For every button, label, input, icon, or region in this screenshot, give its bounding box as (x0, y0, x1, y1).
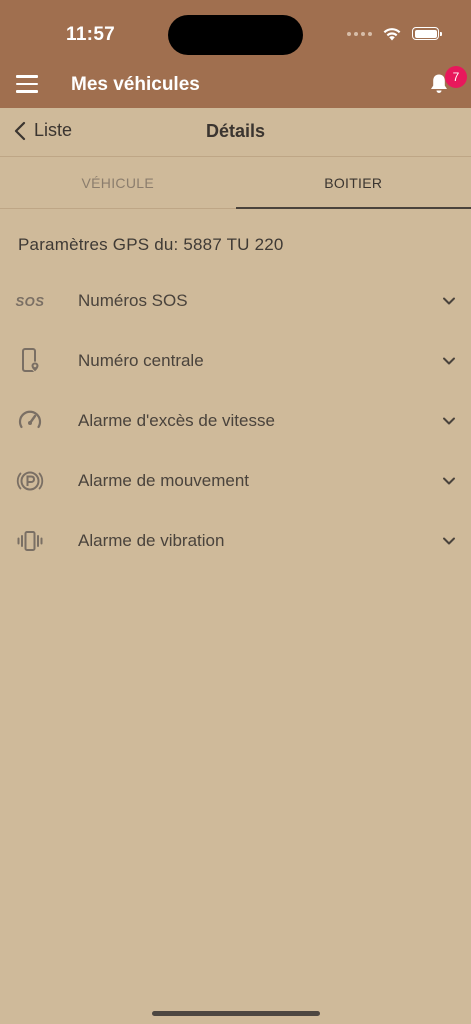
battery-icon (412, 27, 442, 40)
tab-bar: VÉHICULE BOITIER (0, 157, 471, 209)
list-item-central-number[interactable]: Numéro centrale (0, 331, 471, 391)
wifi-icon (383, 28, 401, 41)
speedometer-icon (16, 407, 44, 435)
list-item-movement-alarm[interactable]: Alarme de mouvement (0, 451, 471, 511)
sub-navigation: Liste Détails (0, 108, 471, 157)
settings-list: SOS Numéros SOS Numéro centrale Alarme d… (0, 271, 471, 571)
app-title: Mes véhicules (71, 74, 200, 95)
chevron-down-icon (443, 477, 455, 485)
chevron-down-icon (443, 537, 455, 545)
list-item-label: Numéros SOS (78, 291, 188, 310)
phone-location-icon (16, 347, 44, 375)
chevron-down-icon (443, 417, 455, 425)
app-header: 11:57 Mes véhicules 7 (0, 0, 471, 108)
list-item-label: Alarme de mouvement (78, 471, 250, 490)
list-item-vibration-alarm[interactable]: Alarme de vibration (0, 511, 471, 571)
list-item-speed-alarm[interactable]: Alarme d'excès de vitesse (0, 391, 471, 451)
menu-button[interactable] (16, 75, 38, 93)
tab-boitier[interactable]: BOITIER (235, 157, 471, 209)
sos-icon: SOS (15, 293, 45, 309)
home-indicator[interactable] (152, 1011, 320, 1016)
list-item-label: Alarme d'excès de vitesse (78, 411, 275, 430)
list-item-sos[interactable]: SOS Numéros SOS (0, 271, 471, 331)
dynamic-island (168, 15, 303, 55)
tab-vehicule[interactable]: VÉHICULE (0, 157, 236, 208)
list-item-label: Numéro centrale (78, 351, 204, 370)
parking-icon (16, 467, 44, 495)
section-title: Paramètres GPS du: 5887 TU 220 (18, 235, 284, 254)
status-time: 11:57 (66, 24, 116, 45)
list-item-label: Alarme de vibration (78, 531, 225, 550)
notification-badge: 7 (445, 66, 467, 88)
chevron-down-icon (443, 357, 455, 365)
vibration-icon (16, 527, 44, 555)
status-icons (347, 26, 442, 41)
cellular-icon (347, 31, 372, 36)
chevron-down-icon (443, 297, 455, 305)
page-title: Détails (205, 121, 266, 141)
